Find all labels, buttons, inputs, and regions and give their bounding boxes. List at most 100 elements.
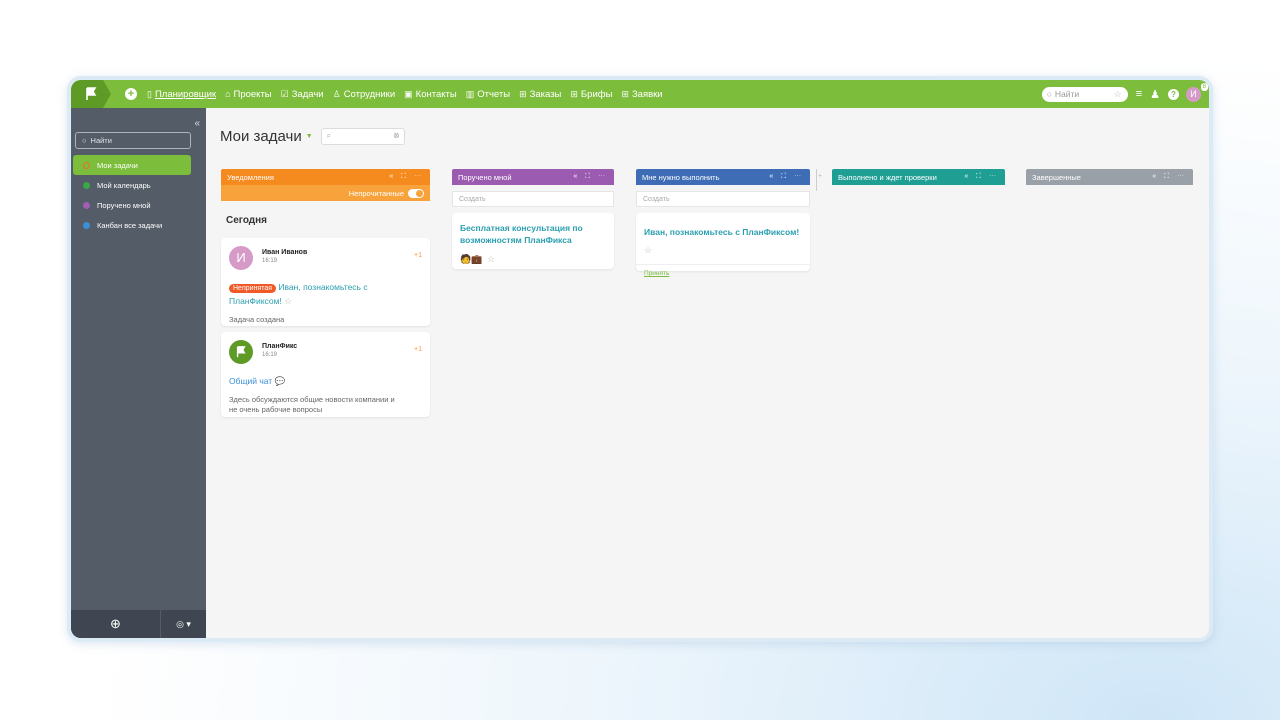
column-header: Поручено мной « ⛶ ⋯ — [452, 169, 614, 185]
count-badge: +1 — [414, 252, 422, 259]
author-name: Иван Иванов — [262, 249, 308, 256]
star-icon[interactable]: ☆ — [487, 254, 495, 264]
notification-count-badge: 8 — [1200, 82, 1208, 91]
task-card[interactable]: Иван, познакомьтесь с ПланФиксом! ☆ Прин… — [636, 213, 810, 277]
nav-label: Задачи — [291, 88, 324, 100]
nav-item-6[interactable]: ⊞ Заказы — [519, 89, 561, 100]
count-badge: +1 — [414, 346, 422, 353]
chat-link[interactable]: Общий чат — [229, 376, 272, 386]
nav-item-4[interactable]: ▣ Контакты — [404, 89, 457, 100]
window-frame: + ▯ Планировщик ⌂ Проекты ☑ Задачи ♙ Сотрудники… — [67, 76, 1213, 642]
help-icon[interactable]: ? — [1168, 88, 1179, 100]
nav-item-0[interactable]: ▯ Планировщик — [147, 89, 216, 100]
sidebar-item-3[interactable]: Канбан все задачи — [73, 215, 191, 235]
top-search-input[interactable]: ○ Найти ☆ — [1041, 86, 1128, 102]
search-icon: ⌕ — [326, 131, 332, 140]
add-icon[interactable]: + — [125, 88, 137, 100]
sidebar-item-label: Мои задачи — [97, 160, 138, 170]
color-dot-icon — [83, 201, 90, 209]
menu-icon[interactable]: ≡ — [1136, 88, 1142, 100]
star-icon[interactable]: ☆ — [644, 245, 652, 255]
nav-item-2[interactable]: ☑ Задачи — [281, 89, 324, 100]
user-emoji-icon: 🧑 — [460, 254, 472, 264]
nav-label: Планировщик — [154, 88, 217, 100]
column-to-do: Мне нужно выполнить « ⛶ ⋯ Создать Иван, … — [636, 169, 810, 277]
top-right-tools: ○ Найти ☆ ≡ ♟ ? И 8 — [1041, 82, 1209, 102]
column-completed: Завершенные « ⛶ ⋯ — [1026, 169, 1193, 185]
column-tools-icon[interactable]: « ⛶ ⋯ — [389, 173, 424, 181]
card-icons: 🧑💼 ☆ — [460, 249, 606, 267]
create-task-input[interactable]: Создать — [452, 191, 614, 207]
search-icon: ○ — [1046, 89, 1052, 99]
column-tools-icon[interactable]: « ⛶ ⋯ — [769, 173, 804, 181]
notification-card[interactable]: ПланФикс 16:19 +1 Общий чат 💬 Здесь обсу… — [221, 332, 430, 417]
view-settings-icon[interactable]: ◎ ▾ — [161, 610, 206, 638]
notification-text-line: Общий чат 💬 — [229, 375, 422, 387]
author-row: ПланФикс 16:19 — [229, 340, 422, 364]
collapse-sidebar-icon[interactable]: « — [194, 118, 200, 129]
task-body: Иван, познакомьтесь с ПланФиксом! ☆ — [636, 213, 810, 264]
color-dot-icon — [83, 161, 90, 169]
unread-toggle[interactable] — [408, 188, 424, 198]
column-assigned-by-me: Поручено мной « ⛶ ⋯ Создать Бесплатная к… — [452, 169, 614, 269]
grid-icon: ⊞ — [621, 88, 629, 99]
color-dot-icon — [83, 181, 90, 189]
calendar-icon: ▯ — [147, 88, 152, 99]
clear-icon[interactable]: ⊗ — [393, 131, 400, 140]
nav-label: Контакты — [415, 88, 457, 100]
nav-item-8[interactable]: ⊞ Заявки — [621, 89, 662, 100]
sidebar-search-input[interactable]: ○ Найти — [75, 132, 191, 149]
sidebar-footer: ⊕ ◎ ▾ — [71, 610, 206, 638]
page-title: Мои задачи — [220, 128, 302, 145]
sidebar-item-0[interactable]: Мои задачи — [73, 155, 191, 175]
chat-bubble-icon: 💬 — [274, 376, 286, 386]
timestamp: 16:19 — [262, 352, 278, 358]
task-title[interactable]: Иван, познакомьтесь с ПланФиксом! — [644, 227, 799, 237]
timestamp: 16:19 — [262, 258, 278, 264]
nav-label: Отчеты — [477, 88, 511, 100]
task-icon: ☑ — [280, 88, 289, 99]
sidebar-item-label: Мой календарь — [97, 180, 151, 190]
nav-label: Сотрудники — [343, 88, 396, 100]
create-task-input[interactable]: Создать — [636, 191, 810, 207]
star-icon[interactable]: ☆ — [284, 296, 292, 306]
avatar — [229, 340, 253, 364]
author-info: ПланФикс 16:19 — [262, 343, 297, 358]
task-title[interactable]: Бесплатная консультация по возможностям … — [460, 222, 606, 246]
title-row: Мои задачи ▼ ⌕ ⊗ — [220, 128, 405, 145]
nav-item-5[interactable]: ▥ Отчеты — [466, 89, 510, 100]
nav-label: Брифы — [580, 88, 613, 100]
avatar: И — [229, 246, 253, 270]
sidebar-item-label: Канбан все задачи — [97, 220, 163, 230]
nav-item-7[interactable]: ⊞ Брифы — [570, 89, 612, 100]
column-tools-icon[interactable]: « ⛶ ⋯ — [1152, 173, 1187, 181]
main-nav: ▯ Планировщик ⌂ Проекты ☑ Задачи ♙ Сотрудники ▣ К… — [147, 89, 672, 100]
filter-search-input[interactable]: ⌕ ⊗ — [320, 128, 405, 145]
notification-card[interactable]: И Иван Иванов 16:19 +1 Непринятая Иван, … — [221, 238, 430, 326]
sidebar-item-1[interactable]: Мой календарь — [73, 175, 191, 195]
column-tools-icon[interactable]: « ⛶ ⋯ — [573, 173, 608, 181]
author-name: ПланФикс — [262, 343, 298, 350]
chevron-down-icon[interactable]: ▼ — [306, 133, 313, 140]
search-icon: ○ — [82, 136, 87, 145]
planfix-logo[interactable] — [71, 80, 111, 108]
status-badge: Непринятая — [229, 284, 277, 293]
add-circle-icon[interactable]: ⊕ — [71, 610, 161, 638]
grid-icon: ⊞ — [519, 88, 527, 99]
app: + ▯ Планировщик ⌂ Проекты ☑ Задачи ♙ Сотрудники… — [71, 80, 1209, 638]
user-avatar[interactable]: И 8 — [1186, 82, 1208, 102]
sidebar-item-2[interactable]: Поручено мной — [73, 195, 191, 215]
nav-item-3[interactable]: ♙ Сотрудники — [333, 89, 396, 100]
sidebar: « ○ Найти Мои задачи Мой календарь Поручен… — [71, 108, 206, 638]
accept-link[interactable]: Принять — [636, 264, 810, 280]
star-icon[interactable]: ☆ — [1114, 89, 1122, 100]
column-notifications: Уведомления « ⛶ ⋯ Непрочитанные Сегодня … — [221, 169, 430, 417]
pin-icon[interactable]: ♟ — [1150, 88, 1160, 101]
column-tools-icon[interactable]: « ⛶ ⋯ — [964, 173, 999, 181]
briefcase-icon: 💼 — [471, 254, 483, 264]
nav-label: Заявки — [631, 88, 663, 100]
author-row: И Иван Иванов 16:19 — [229, 246, 422, 270]
task-card[interactable]: Бесплатная консультация по возможностям … — [452, 213, 614, 269]
nav-item-1[interactable]: ⌂ Проекты — [225, 89, 272, 100]
folder-icon: ⌂ — [225, 89, 231, 99]
